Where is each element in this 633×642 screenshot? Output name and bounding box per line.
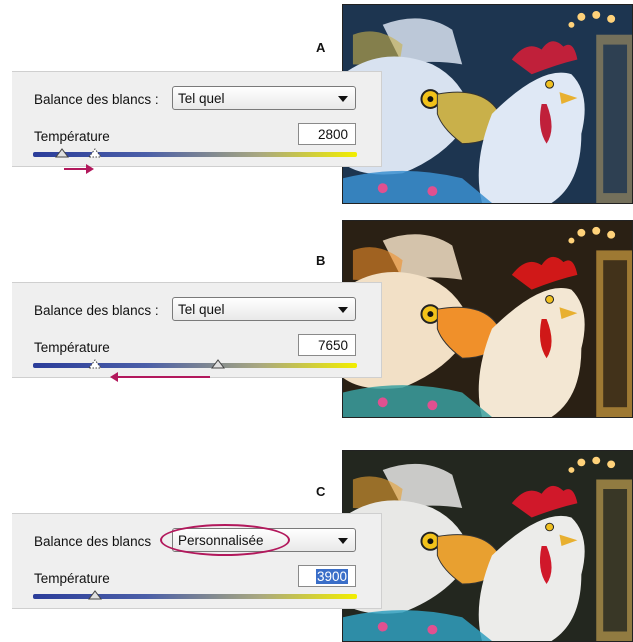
temperature-label: Température — [34, 129, 110, 144]
dropdown-highlight-oval — [160, 524, 290, 556]
ghost-thumb-icon — [87, 148, 102, 158]
temperature-value: 7650 — [317, 338, 348, 353]
temperature-slider-track[interactable] — [33, 152, 357, 157]
chevron-down-icon — [338, 307, 348, 313]
example-letter: C — [316, 484, 326, 499]
temperature-value: 2800 — [317, 127, 348, 142]
slider-thumb-icon[interactable] — [210, 359, 225, 369]
white-balance-label: Balance des blancs : — [34, 92, 159, 107]
arrow-icon — [64, 164, 94, 174]
white-balance-panel: Balance des blancs Personnalisée Tempéra… — [12, 513, 382, 609]
white-balance-label: Balance des blancs : — [34, 303, 159, 318]
white-balance-dropdown[interactable]: Tel quel — [172, 86, 356, 110]
temperature-value: 3900 — [315, 569, 348, 584]
chevron-down-icon — [338, 96, 348, 102]
chevron-down-icon — [338, 538, 348, 544]
ghost-thumb-icon — [87, 359, 102, 369]
temperature-slider-track[interactable] — [33, 594, 357, 599]
white-balance-panel: Balance des blancs : Tel quel Températur… — [12, 282, 382, 378]
slider-thumb-icon[interactable] — [87, 590, 102, 600]
white-balance-panel: Balance des blancs : Tel quel Températur… — [12, 71, 382, 167]
white-balance-value: Tel quel — [178, 302, 225, 317]
carousel-photo — [342, 450, 633, 642]
slider-thumb-icon[interactable] — [55, 148, 70, 158]
example-c: C Balance des blancs Personnalisée Tempé… — [0, 420, 633, 642]
example-a: A Balance des blancs : Tel quel Températ… — [0, 0, 633, 210]
temperature-input[interactable]: 3900 — [298, 565, 356, 587]
temperature-input[interactable]: 7650 — [298, 334, 356, 356]
white-balance-value: Tel quel — [178, 91, 225, 106]
temperature-input[interactable]: 2800 — [298, 123, 356, 145]
white-balance-dropdown[interactable]: Tel quel — [172, 297, 356, 321]
temperature-slider-track[interactable] — [33, 363, 357, 368]
arrow-icon — [110, 372, 210, 382]
example-letter: B — [316, 253, 326, 268]
white-balance-label: Balance des blancs — [34, 534, 152, 549]
example-letter: A — [316, 40, 326, 55]
carousel-photo — [342, 4, 633, 204]
carousel-photo — [342, 220, 633, 418]
temperature-label: Température — [34, 340, 110, 355]
example-b: B Balance des blancs : Tel quel Températ… — [0, 210, 633, 420]
temperature-label: Température — [34, 571, 110, 586]
